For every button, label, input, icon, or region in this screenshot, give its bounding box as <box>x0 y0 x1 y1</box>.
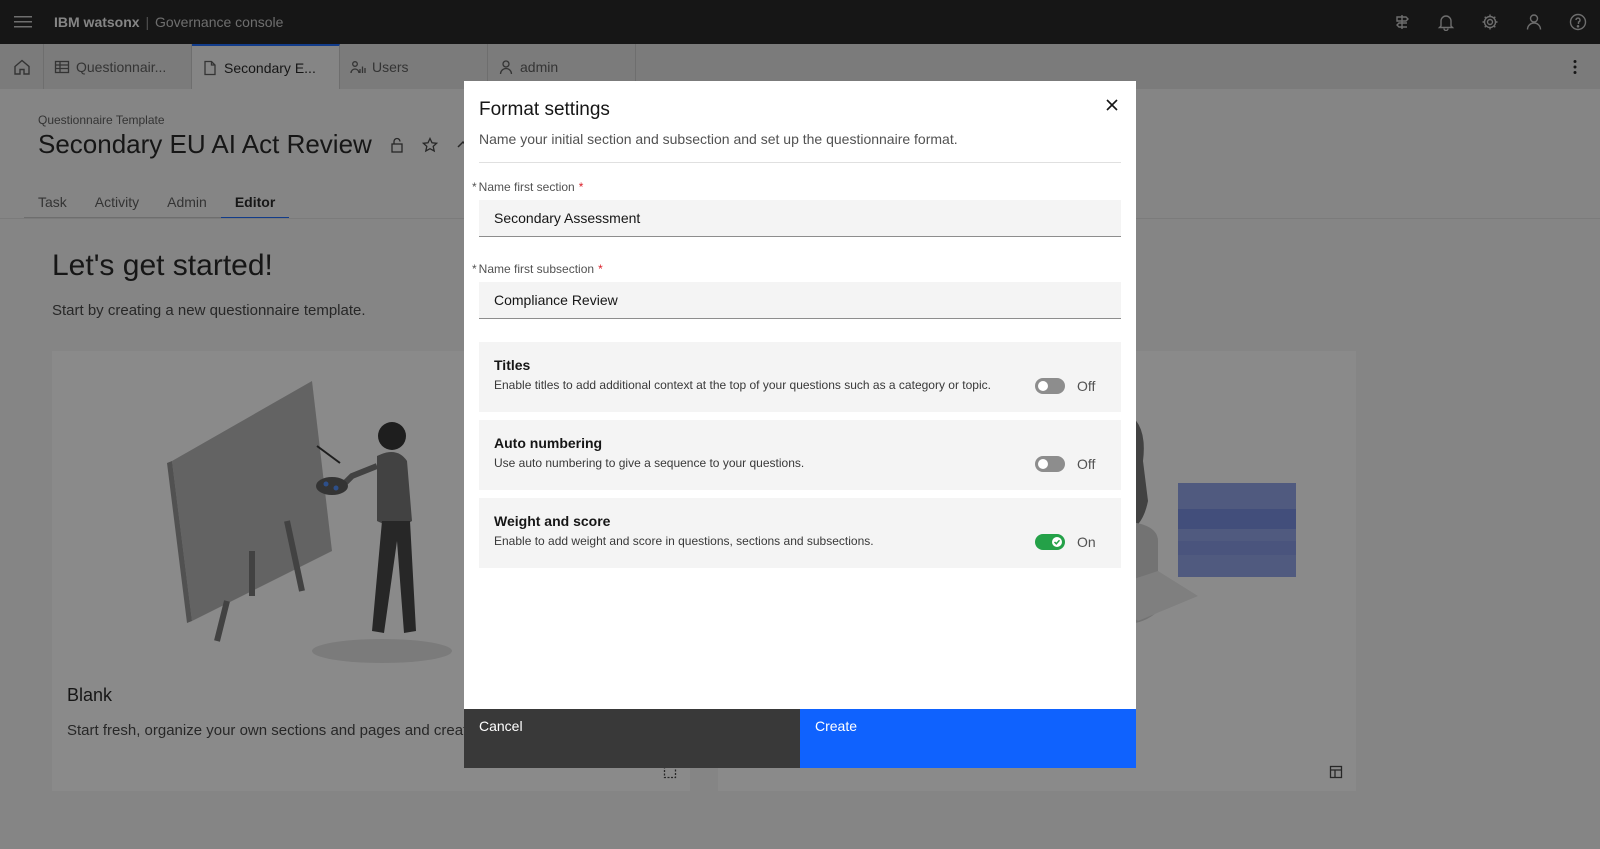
first-subsection-input[interactable] <box>479 282 1121 319</box>
create-button[interactable]: Create <box>800 709 1136 768</box>
toggle-state: Off <box>1077 378 1096 394</box>
setting-description: Enable titles to add additional context … <box>494 378 991 392</box>
checkmark-icon <box>1053 539 1061 545</box>
setting-title: Auto numbering <box>494 435 603 451</box>
modal-subtitle: Name your initial section and subsection… <box>479 131 958 147</box>
modal-title: Format settings <box>479 99 610 120</box>
weight-score-setting: Weight and score Enable to add weight an… <box>479 498 1121 568</box>
toggle-state: On <box>1077 534 1096 550</box>
auto-numbering-toggle[interactable] <box>1035 456 1065 472</box>
weight-score-toggle[interactable] <box>1035 534 1065 550</box>
titles-setting: Titles Enable titles to add additional c… <box>479 342 1121 412</box>
toggle-knob <box>1038 459 1048 469</box>
label-text: Name first subsection <box>478 262 595 276</box>
first-section-input[interactable] <box>479 200 1121 237</box>
setting-title: Weight and score <box>494 513 611 529</box>
first-subsection-label: * Name first subsection * <box>472 262 603 276</box>
setting-title: Titles <box>494 357 531 373</box>
titles-toggle[interactable] <box>1035 378 1065 394</box>
modal-divider <box>479 162 1121 163</box>
modal-footer: Cancel Create <box>464 709 1136 768</box>
label-text: Name first section <box>478 180 575 194</box>
format-settings-modal: Format settings Name your initial sectio… <box>464 81 1136 768</box>
setting-description: Enable to add weight and score in questi… <box>494 534 874 548</box>
close-icon[interactable] <box>1096 89 1128 121</box>
cancel-button[interactable]: Cancel <box>464 709 800 768</box>
setting-description: Use auto numbering to give a sequence to… <box>494 456 805 470</box>
first-section-label: * Name first section * <box>472 180 584 194</box>
toggle-knob <box>1052 537 1062 547</box>
auto-numbering-setting: Auto numbering Use auto numbering to giv… <box>479 420 1121 490</box>
toggle-state: Off <box>1077 456 1096 472</box>
toggle-knob <box>1038 381 1048 391</box>
